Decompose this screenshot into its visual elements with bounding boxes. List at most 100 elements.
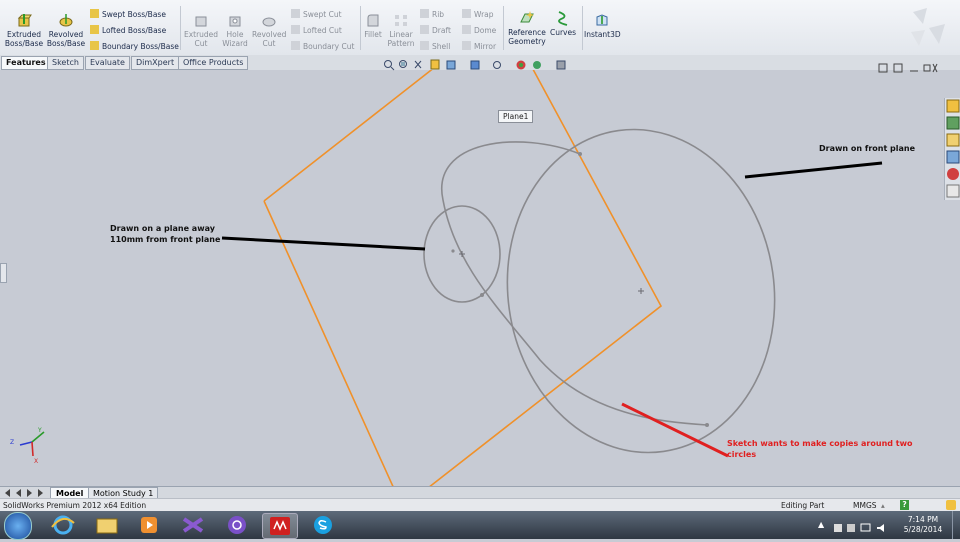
revolved-cut-button[interactable]: Revolved Cut: [252, 12, 286, 48]
tab-features[interactable]: Features: [1, 56, 51, 70]
leader-line-away: [221, 236, 426, 251]
media-player-icon: [141, 517, 157, 533]
wrap-button[interactable]: Wrap: [462, 9, 494, 20]
edit-appearance-icon[interactable]: [516, 60, 526, 70]
extruded-boss-button[interactable]: Extruded Boss/Base: [3, 12, 45, 48]
solidworks-resources-icon[interactable]: [946, 99, 960, 113]
large-circle-center-mark: [638, 288, 644, 294]
next-tab-icon: [27, 489, 32, 497]
curve-end-point[interactable]: [705, 423, 709, 427]
custom-properties-icon[interactable]: [946, 184, 960, 198]
apply-scene-icon[interactable]: [533, 61, 541, 69]
curves-button[interactable]: Curves: [548, 10, 578, 37]
boundary-icon: [90, 41, 99, 50]
system-clock[interactable]: 7:14 PM 5/28/2014: [898, 515, 948, 535]
reference-geometry-button[interactable]: Reference Geometry: [506, 10, 548, 46]
tab-sketch[interactable]: Sketch: [47, 56, 84, 70]
triad-x-label: X: [34, 458, 39, 465]
view-orientation-icon[interactable]: [446, 60, 456, 70]
view-settings-icon[interactable]: [556, 60, 566, 70]
plane1-label[interactable]: Plane1: [498, 110, 534, 123]
volume-icon[interactable]: [877, 524, 884, 532]
skype-icon: [314, 516, 332, 534]
leader-line-sketch: [621, 402, 729, 458]
shell-button[interactable]: Shell: [420, 41, 450, 52]
show-desktop-button[interactable]: [952, 511, 960, 539]
taskbar-viber[interactable]: [220, 513, 254, 537]
swept-icon: [90, 9, 99, 18]
viber-icon: [228, 516, 246, 534]
file-explorer-icon[interactable]: [946, 133, 960, 147]
network-icon[interactable]: [860, 523, 871, 532]
heads-up-view-toolbar: [383, 56, 575, 71]
graphics-area[interactable]: Plane1 Drawn on front plane Drawn on a p…: [0, 70, 960, 486]
taskbar-visual-studio[interactable]: [176, 513, 210, 537]
taskbar-file-explorer[interactable]: [90, 513, 124, 537]
dome-button[interactable]: Dome: [462, 25, 496, 36]
appearances-icon[interactable]: [947, 168, 959, 180]
triad-y-label: Y: [38, 427, 42, 434]
mirror-icon: [462, 41, 471, 50]
section-view-icon[interactable]: [430, 59, 440, 70]
zoom-to-fit-icon[interactable]: [384, 60, 395, 71]
task-pane: [944, 98, 960, 200]
extruded-cut-icon: [195, 16, 207, 27]
taskbar-media-player[interactable]: [132, 513, 166, 537]
rebuild-icon[interactable]: [946, 500, 956, 510]
rib-button[interactable]: Rib: [420, 9, 444, 20]
reference-geometry-icon: [520, 11, 534, 23]
previous-view-icon[interactable]: [414, 60, 422, 69]
action-center-icon[interactable]: [834, 524, 842, 532]
tangent-point-top: [578, 152, 582, 156]
taskbar-skype[interactable]: [306, 513, 340, 537]
tab-evaluate[interactable]: Evaluate: [85, 56, 130, 70]
help-icon[interactable]: ?: [900, 500, 909, 510]
lofted-boss-button[interactable]: Lofted Boss/Base: [90, 25, 166, 36]
boundary-boss-button[interactable]: Boundary Boss/Base: [90, 41, 179, 52]
boundary-cut-button[interactable]: Boundary Cut: [291, 41, 354, 52]
linear-pattern-button[interactable]: Linear Pattern: [386, 12, 416, 48]
swept-boss-button[interactable]: Swept Boss/Base: [90, 9, 166, 20]
rib-icon: [420, 9, 429, 18]
system-tray-icons: [833, 519, 891, 532]
tab-scroll-arrows[interactable]: [2, 488, 46, 498]
taskbar-internet-explorer[interactable]: [46, 513, 80, 537]
boundary-cut-icon: [291, 41, 300, 50]
show-hidden-icons[interactable]: ▲: [818, 520, 824, 529]
display-style-icon[interactable]: [470, 60, 480, 70]
hole-wizard-button[interactable]: Hole Wizard: [218, 12, 252, 48]
annotation-away-plane: Drawn on a plane away 110mm from front p…: [110, 224, 221, 244]
tab-dimxpert[interactable]: DimXpert: [131, 56, 180, 70]
design-library-icon[interactable]: [946, 116, 960, 130]
annotation-sketch-copies: Sketch wants to make copies around two c…: [727, 439, 913, 459]
draft-icon: [420, 25, 429, 34]
command-manager-ribbon: Extruded Boss/Base Revolved Boss/Base Sw…: [0, 0, 960, 56]
mirror-button[interactable]: Mirror: [462, 41, 496, 52]
instant3d-button[interactable]: Instant3D: [584, 12, 621, 39]
linear-pattern-icon: [395, 15, 407, 26]
draft-button[interactable]: Draft: [420, 25, 451, 36]
revolved-boss-button[interactable]: Revolved Boss/Base: [45, 12, 87, 48]
view-palette-icon[interactable]: [946, 150, 960, 164]
plane1-outline[interactable]: [263, 70, 663, 486]
sketch-canvas: [19, 70, 883, 486]
shell-icon: [420, 41, 429, 50]
taskbar-solidworks[interactable]: [262, 513, 298, 539]
start-button[interactable]: [4, 512, 32, 540]
hide-show-icon[interactable]: [493, 61, 501, 69]
lofted-cut-button[interactable]: Lofted Cut: [291, 25, 342, 36]
tangent-point-small: [480, 293, 484, 297]
feature-manager-expander[interactable]: [0, 263, 7, 283]
extruded-cut-button[interactable]: Extruded Cut: [182, 12, 220, 48]
axis-triad: [19, 431, 45, 457]
tab-office-products[interactable]: Office Products: [178, 56, 249, 70]
tray-app-icon[interactable]: [847, 524, 855, 532]
swept-cut-button[interactable]: Swept Cut: [291, 9, 342, 20]
connecting-curve[interactable]: [440, 141, 708, 426]
previous-tab-icon: [16, 489, 21, 497]
fillet-button[interactable]: Fillet: [361, 12, 385, 39]
zoom-area-icon[interactable]: [399, 60, 407, 68]
viewport-window-controls: [878, 58, 938, 73]
swept-cut-icon: [291, 9, 300, 18]
first-tab-icon: [5, 489, 10, 497]
